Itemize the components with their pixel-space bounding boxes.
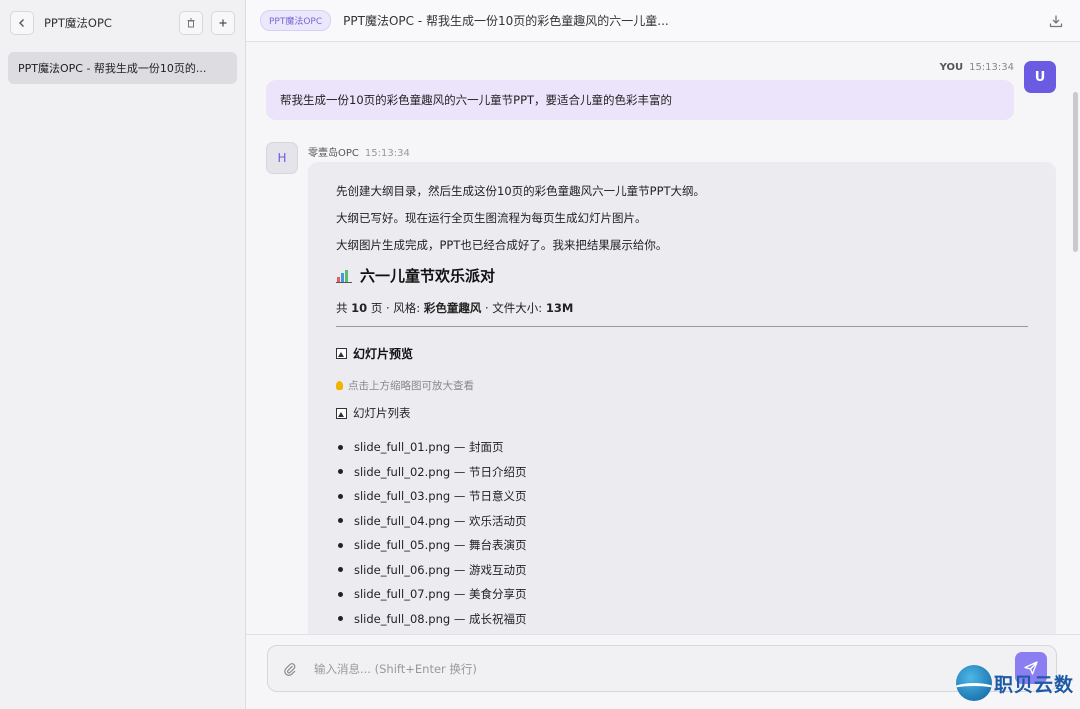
- bot-name: 零壹岛OPC: [308, 148, 359, 159]
- sidebar: PPT魔法OPC PPT魔法OPC - 帮我生成一份10页的...: [0, 0, 246, 709]
- slide-list-heading: 幻灯片列表: [336, 405, 1028, 421]
- watermark: 职贝云数: [955, 665, 1074, 701]
- list-item: slide_full_03.png — 节日意义页: [338, 484, 1028, 509]
- list-item: slide_full_01.png — 封面页: [338, 435, 1028, 460]
- user-message-meta: YOU 15:13:34: [940, 62, 1014, 73]
- list-item: slide_full_06.png — 游戏互动页: [338, 558, 1028, 583]
- trash-icon: [187, 18, 195, 28]
- user-message-text: 帮我生成一份10页的彩色童趣风的六一儿童节PPT，要适合儿童的色彩丰富的: [280, 93, 673, 107]
- chat-area[interactable]: YOU 15:13:34 U 帮我生成一份10页的彩色童趣风的六一儿童节PPT，要…: [246, 42, 1080, 634]
- lightbulb-icon: [336, 381, 343, 390]
- list-item: slide_full_02.png — 节日介绍页: [338, 460, 1028, 485]
- attach-button[interactable]: [282, 661, 298, 677]
- list-item: slide_full_04.png — 欢乐活动页: [338, 509, 1028, 534]
- bot-message-bubble: 先创建大纲目录，然后生成这份10页的彩色童趣风六一儿童节PPT大纲。 大纲已写好…: [308, 162, 1056, 634]
- conversation-item[interactable]: PPT魔法OPC - 帮我生成一份10页的...: [8, 52, 237, 84]
- meta-style: 彩色童趣风: [423, 301, 482, 315]
- bot-avatar: H: [266, 142, 298, 174]
- globe-logo-icon: [955, 665, 992, 701]
- chevron-left-icon: [19, 19, 24, 27]
- slide-preview-heading: 幻灯片预览: [336, 345, 1028, 362]
- assistant-tag: PPT魔法OPC: [260, 10, 332, 31]
- add-conversation-button[interactable]: [211, 11, 235, 35]
- conversation-item-label: PPT魔法OPC - 帮我生成一份10页的...: [18, 62, 207, 75]
- ppt-meta: 共 10 页 · 风格: 彩色童趣风 · 文件大小: 13M: [336, 300, 1028, 327]
- meta-size-label: · 文件大小:: [484, 301, 543, 315]
- bar-chart-icon: [336, 269, 352, 283]
- bot-message-time: 15:13:34: [364, 148, 410, 159]
- conversation-title: PPT魔法OPC - 帮我生成一份10页的彩色童趣风的六一儿童...: [343, 14, 669, 28]
- sidebar-title: PPT魔法OPC: [44, 16, 112, 30]
- meta-size: 13M: [545, 301, 574, 315]
- watermark-text: 职贝云数: [993, 673, 1074, 696]
- list-item: slide_full_05.png — 舞台表演页: [338, 533, 1028, 558]
- plus-icon: [219, 19, 227, 27]
- chat-scrollbar[interactable]: [1073, 92, 1078, 252]
- download-button[interactable]: [1046, 11, 1066, 31]
- user-name: YOU: [939, 62, 964, 73]
- bot-paragraph-2: 大纲已写好。现在运行全页生图流程为每页生成幻灯片图片。: [336, 211, 647, 225]
- preview-tip-text: 点击上方缩略图可放大查看: [348, 380, 474, 392]
- meta-prefix: 共: [336, 301, 348, 315]
- bot-paragraph-3: 大纲图片生成完成，PPT也已经合成好了。我来把结果展示给你。: [336, 238, 668, 252]
- picture-icon: [336, 407, 347, 419]
- preview-tip: 点击上方缩略图可放大查看: [336, 378, 1028, 393]
- message-composer: [267, 645, 1057, 692]
- input-area: [246, 634, 1080, 709]
- sidebar-header: PPT魔法OPC: [0, 0, 245, 46]
- bot-message-meta: 零壹岛OPC 15:13:34: [308, 144, 410, 159]
- slide-list-heading-text: 幻灯片列表: [353, 406, 411, 420]
- list-item: slide_full_08.png — 成长祝福页: [338, 607, 1028, 632]
- picture-icon: [336, 348, 347, 359]
- delete-button[interactable]: [179, 11, 203, 35]
- user-avatar: U: [1024, 61, 1056, 93]
- meta-pages: 10: [351, 301, 368, 315]
- list-item: slide_full_07.png — 美食分享页: [338, 582, 1028, 607]
- bot-paragraph-1: 先创建大纲目录，然后生成这份10页的彩色童趣风六一儿童节PPT大纲。: [336, 184, 706, 198]
- back-button[interactable]: [10, 11, 34, 35]
- slide-preview-heading-text: 幻灯片预览: [353, 347, 414, 361]
- ppt-heading: 六一儿童节欢乐派对: [336, 265, 1028, 286]
- user-message-bubble: 帮我生成一份10页的彩色童趣风的六一儿童节PPT，要适合儿童的色彩丰富的: [266, 80, 1014, 120]
- ppt-heading-text: 六一儿童节欢乐派对: [360, 267, 496, 285]
- paperclip-icon: [284, 662, 296, 676]
- meta-style-label: 页 · 风格:: [370, 301, 421, 315]
- message-input[interactable]: [314, 661, 1042, 676]
- slide-list: slide_full_01.png — 封面页 slide_full_02.pn…: [336, 435, 1028, 631]
- user-message-time: 15:13:34: [969, 62, 1014, 73]
- download-icon: [1049, 15, 1063, 27]
- topbar: PPT魔法OPC PPT魔法OPC - 帮我生成一份10页的彩色童趣风的六一儿童…: [246, 0, 1080, 42]
- main-panel: PPT魔法OPC PPT魔法OPC - 帮我生成一份10页的彩色童趣风的六一儿童…: [246, 0, 1080, 709]
